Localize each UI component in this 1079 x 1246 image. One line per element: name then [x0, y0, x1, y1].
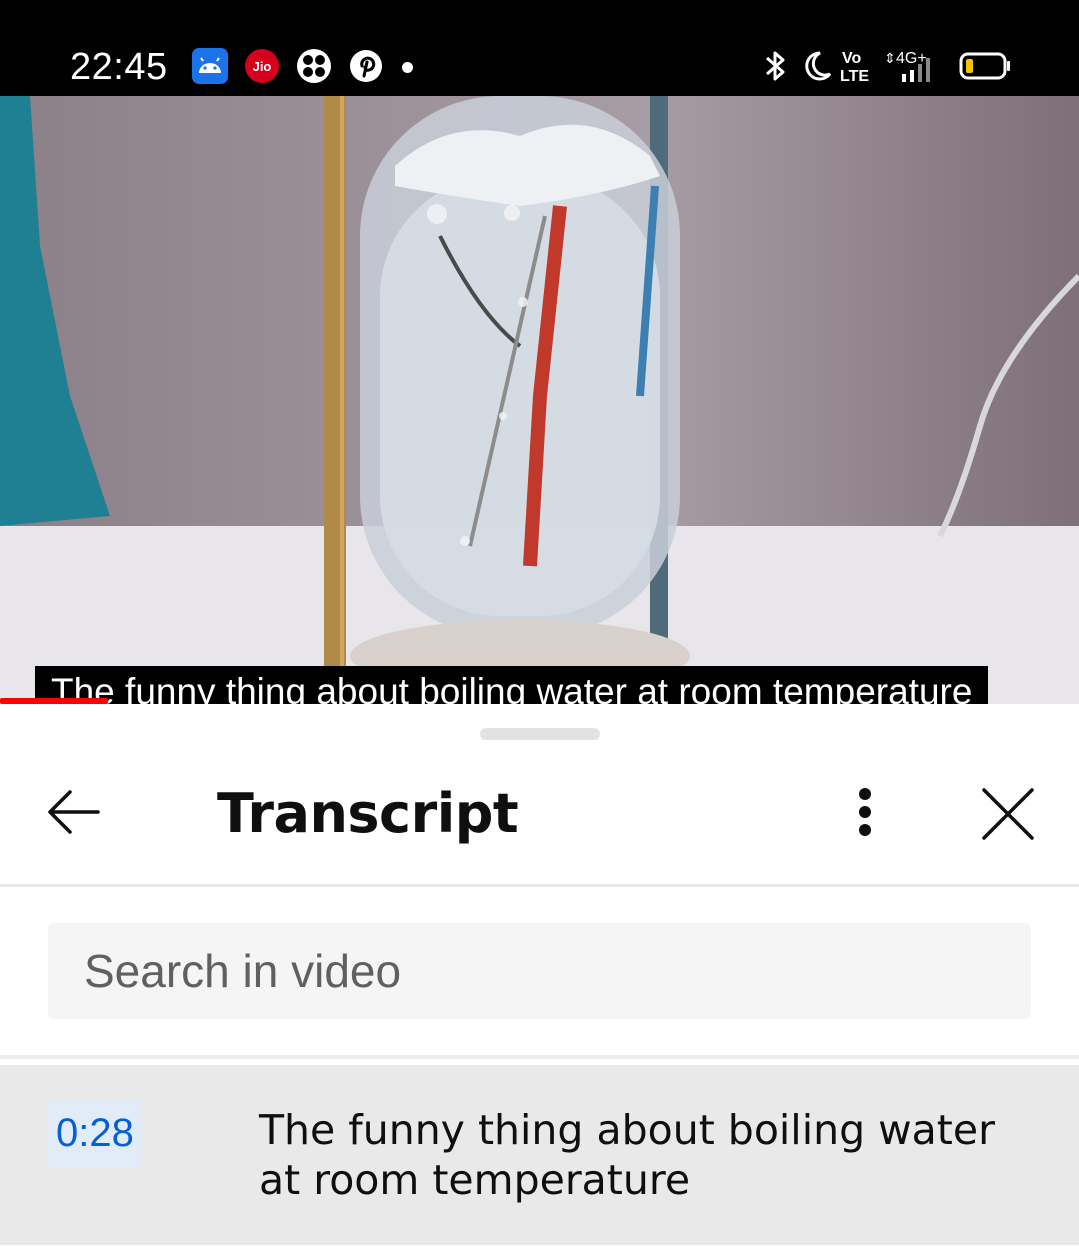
- search-divider: [0, 1055, 1079, 1059]
- svg-text:⇕: ⇕: [884, 50, 896, 66]
- android-icon: [192, 48, 228, 84]
- fan-icon: [296, 48, 332, 84]
- volte-icon: Vo LTE: [840, 48, 880, 85]
- 4g-signal-icon: 4G+ ⇕: [884, 48, 946, 84]
- segment-text: The funny thing about boiling water at r…: [259, 1106, 995, 1204]
- arrow-left-icon: [48, 790, 100, 834]
- video-player[interactable]: The funny thing about boiling water at r…: [0, 96, 1079, 704]
- header-divider: [0, 884, 1079, 887]
- more-vertical-icon: [859, 788, 871, 836]
- search-in-video-input[interactable]: [48, 923, 1031, 1019]
- status-bar: 22:45 Jio Vo LTE 4G+ ⇕: [0, 0, 1079, 96]
- back-button[interactable]: [44, 782, 104, 842]
- svg-text:LTE: LTE: [840, 68, 869, 84]
- jio-icon: Jio: [244, 48, 280, 84]
- svg-text:Vo: Vo: [842, 50, 861, 67]
- bluetooth-icon: [762, 48, 790, 84]
- close-button[interactable]: [978, 784, 1038, 844]
- video-frame-image: [0, 96, 1079, 704]
- drag-handle[interactable]: [480, 728, 600, 740]
- status-time: 22:45: [70, 46, 168, 88]
- pinterest-icon: [348, 48, 384, 84]
- more-options-button[interactable]: [840, 782, 890, 842]
- segment-timestamp[interactable]: 0:28: [48, 1100, 142, 1167]
- video-caption: The funny thing about boiling water at r…: [35, 666, 989, 704]
- transcript-segment-row[interactable]: 0:28 The funny thing about boiling water…: [0, 1065, 1079, 1245]
- do-not-disturb-moon-icon: [802, 48, 832, 84]
- close-icon: [982, 788, 1034, 840]
- svg-text:4G+: 4G+: [896, 50, 927, 67]
- panel-title: Transcript: [217, 782, 519, 845]
- dot-icon: [402, 62, 413, 73]
- transcript-panel: Transcript 0:28 The funny thing about bo…: [0, 704, 1079, 1246]
- svg-text:Jio: Jio: [253, 59, 272, 74]
- battery-icon: [958, 48, 1012, 84]
